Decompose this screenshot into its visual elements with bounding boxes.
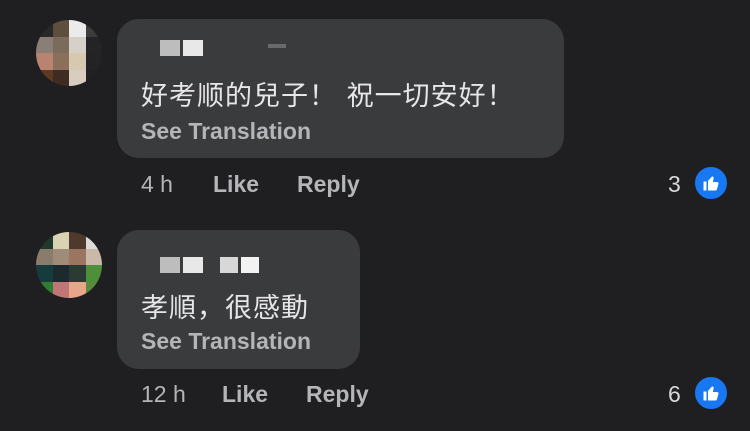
author-name-blurred-2: [220, 257, 259, 273]
reply-button[interactable]: Reply: [306, 381, 369, 408]
reaction-count[interactable]: 3: [668, 171, 681, 198]
comment-text: 好考顺的兒子！ 祝一切安好！: [141, 81, 515, 112]
reaction-count[interactable]: 6: [668, 381, 681, 408]
author-name-blurred-tail: [268, 44, 286, 48]
author-name-blurred[interactable]: [160, 257, 203, 273]
comment-timestamp[interactable]: 4 h: [141, 171, 173, 198]
thumbs-up-icon[interactable]: [692, 164, 730, 202]
thumbs-up-icon[interactable]: [692, 374, 730, 412]
comment-text: 孝順，很感動: [141, 293, 309, 324]
see-translation-link[interactable]: See Translation: [141, 328, 311, 355]
like-button[interactable]: Like: [213, 171, 259, 198]
like-button[interactable]: Like: [222, 381, 268, 408]
reply-button[interactable]: Reply: [297, 171, 360, 198]
comment-timestamp[interactable]: 12 h: [141, 381, 186, 408]
author-name-blurred[interactable]: [160, 40, 203, 56]
avatar[interactable]: [36, 232, 102, 298]
avatar[interactable]: [36, 20, 102, 86]
see-translation-link[interactable]: See Translation: [141, 118, 311, 145]
